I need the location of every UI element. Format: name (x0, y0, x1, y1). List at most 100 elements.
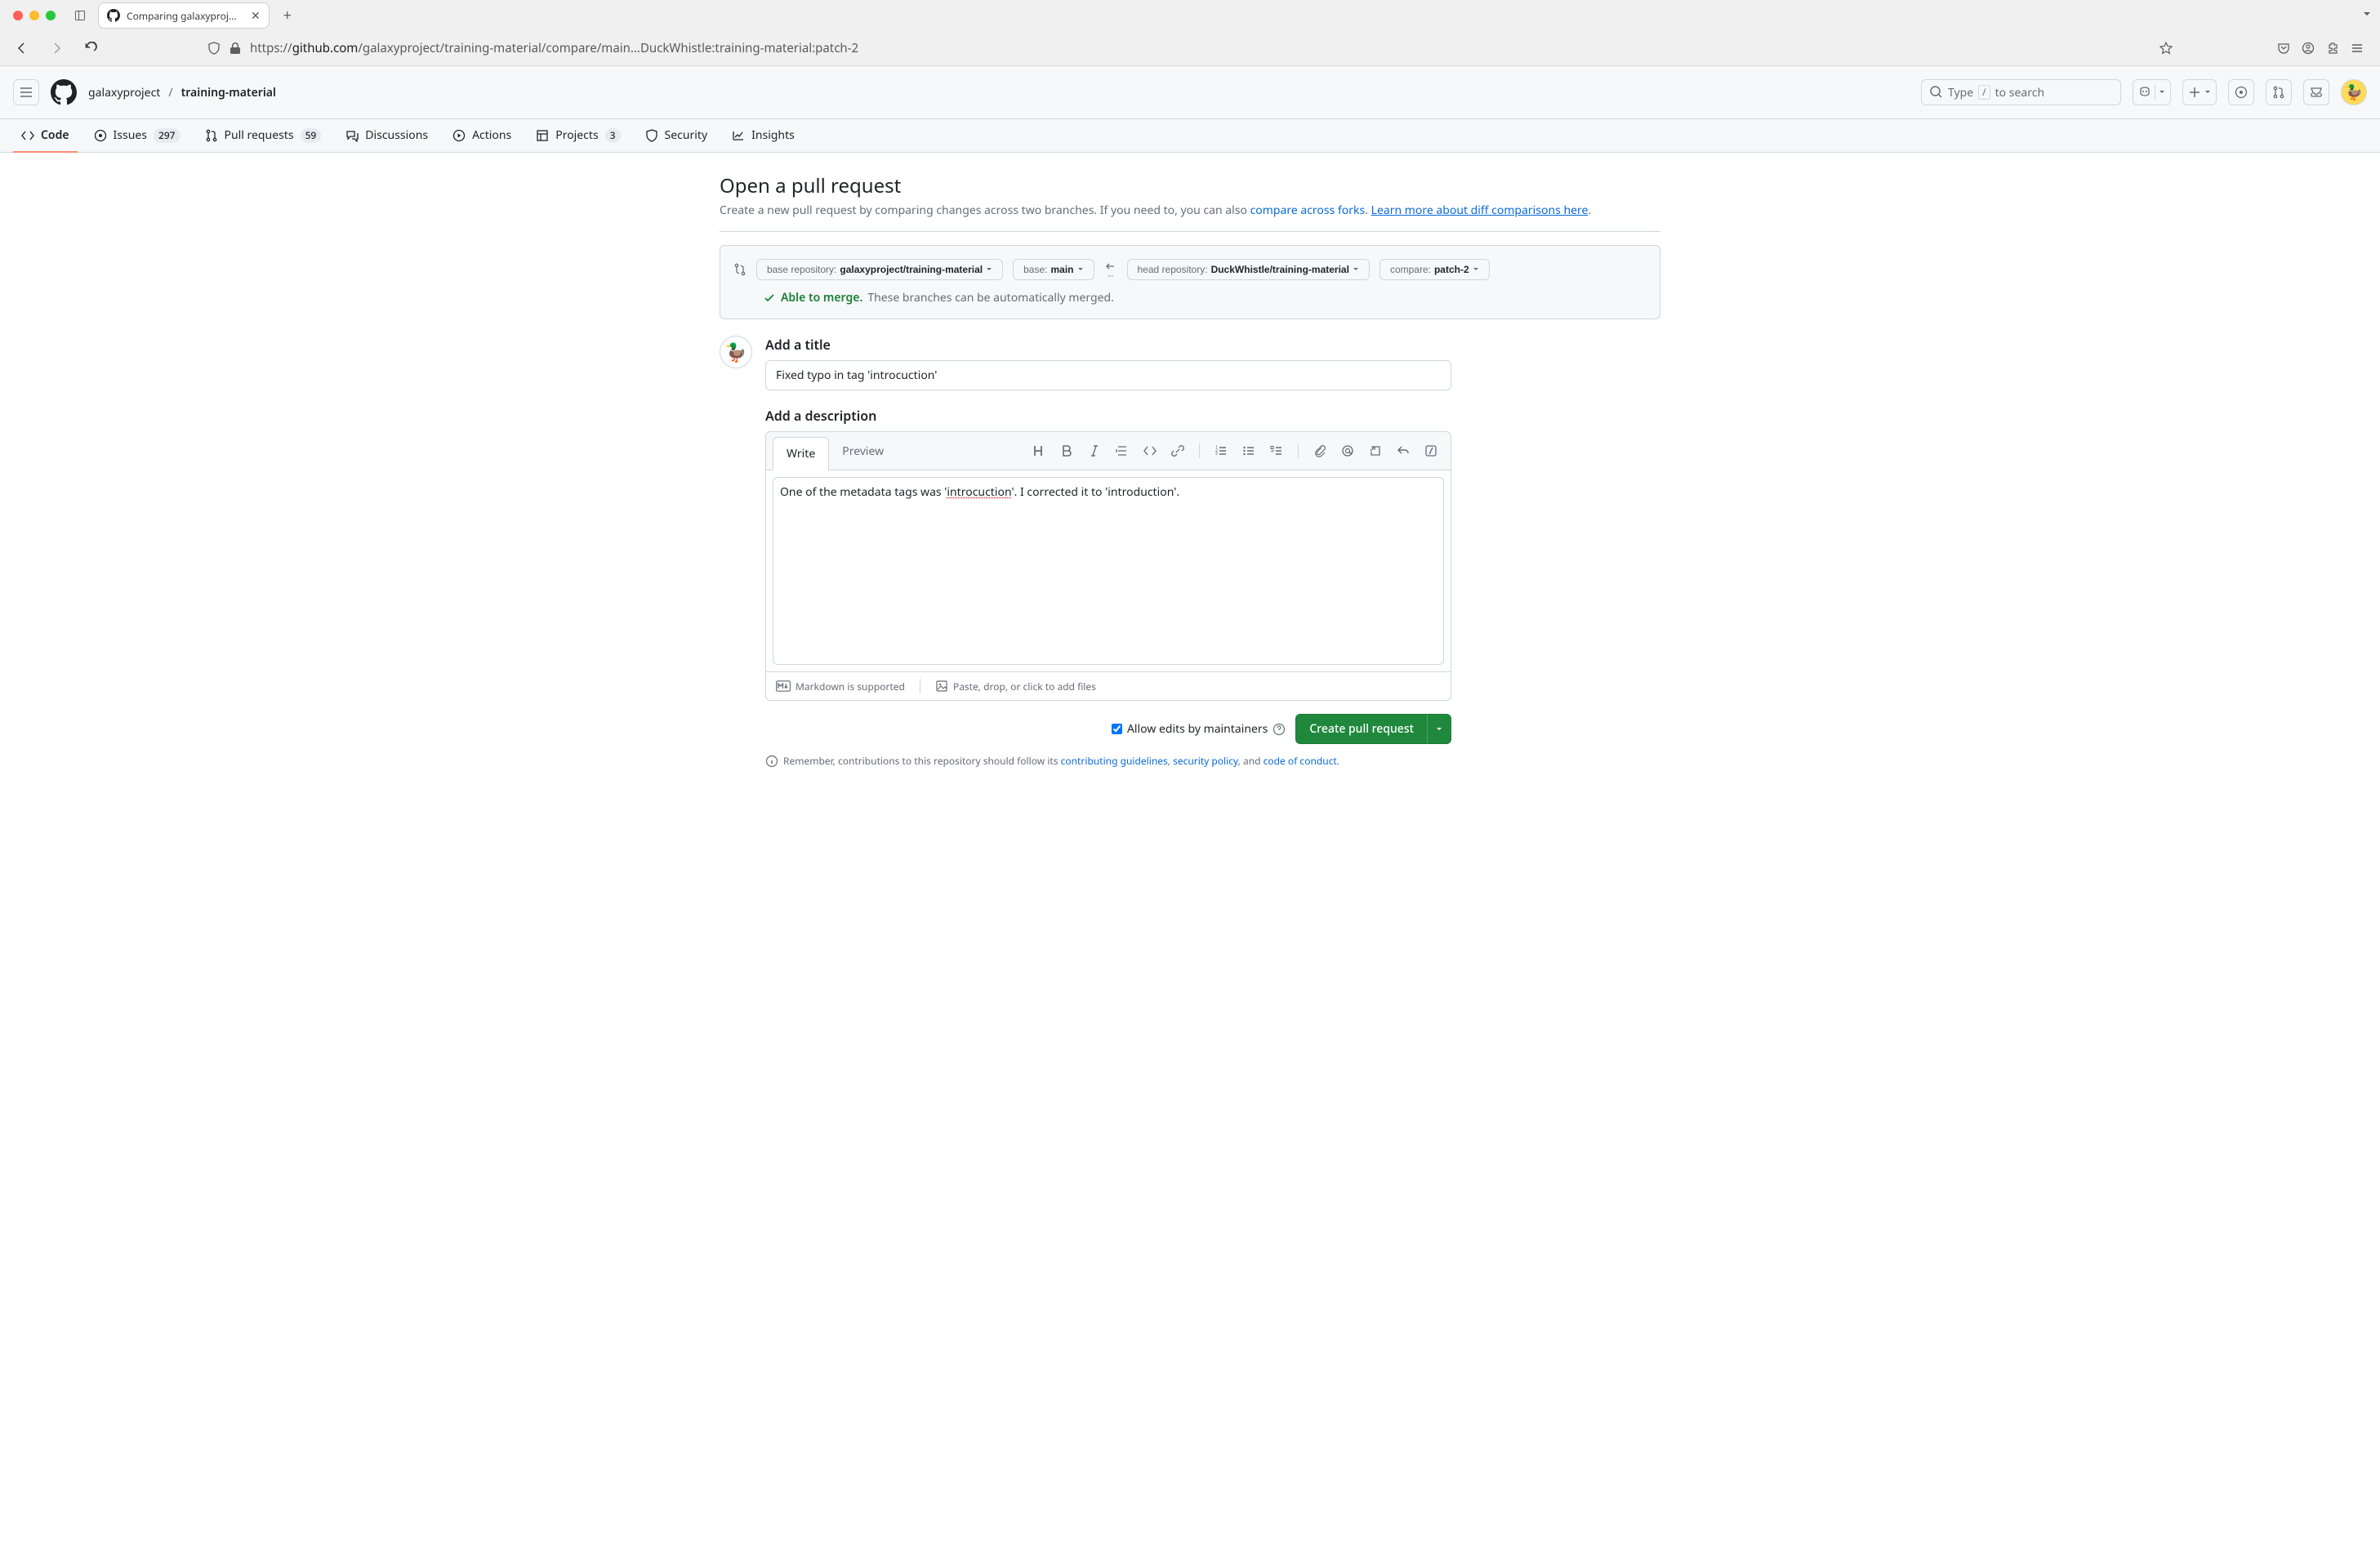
allow-edits-checkbox[interactable] (1112, 724, 1122, 734)
new-tab-button[interactable]: + (276, 4, 299, 27)
ordered-list-icon[interactable]: 123 (1215, 444, 1228, 457)
chevron-down-icon (1353, 266, 1359, 273)
create-pr-dropdown[interactable] (1427, 715, 1451, 743)
svg-text:3: 3 (1215, 452, 1218, 457)
quote-icon[interactable] (1116, 444, 1129, 457)
description-textarea[interactable]: One of the metadata tags was 'introcucti… (773, 477, 1444, 665)
bold-icon[interactable] (1060, 444, 1073, 457)
extensions-icon[interactable] (2326, 42, 2339, 55)
issues-count: 297 (154, 128, 181, 143)
tab-security[interactable]: Security (637, 119, 716, 153)
chevron-down-icon (986, 266, 992, 273)
allow-edits-checkbox-wrap[interactable]: Allow edits by maintainers (1112, 721, 1286, 737)
help-icon[interactable] (1272, 723, 1286, 736)
tab-code[interactable]: Code (13, 119, 78, 153)
window-maximize-button[interactable] (46, 11, 56, 20)
breadcrumb: galaxyproject / training-material (88, 85, 276, 100)
url-text: https://github.com/galaxyproject/trainin… (250, 40, 858, 56)
reply-icon[interactable] (1397, 444, 1410, 457)
tab-projects[interactable]: Projects 3 (528, 119, 628, 153)
inbox-icon (2310, 86, 2323, 99)
repo-owner-link[interactable]: galaxyproject (88, 85, 160, 100)
repo-nav: Code Issues 297 Pull requests 59 Discuss… (0, 119, 2380, 153)
task-list-icon[interactable] (1270, 444, 1283, 457)
menu-icon[interactable] (2351, 42, 2364, 55)
browser-tab[interactable]: Comparing galaxyproject:main... ✕ (98, 2, 270, 29)
graph-icon (732, 129, 745, 142)
base-repo-selector[interactable]: base repository: galaxyproject/training-… (756, 259, 1003, 280)
search-input[interactable]: Type / to search (1921, 79, 2121, 105)
merge-status: Able to merge. These branches can be aut… (733, 290, 1647, 305)
browser-tab-title: Comparing galaxyproject:main... (127, 9, 241, 23)
hamburger-menu-button[interactable] (13, 79, 39, 105)
head-repo-selector[interactable]: head repository: DuckWhistle/training-ma… (1127, 259, 1370, 280)
back-button[interactable] (10, 36, 34, 60)
unordered-list-icon[interactable] (1242, 444, 1255, 457)
avatar-large: 🦆 (720, 336, 752, 368)
tab-write[interactable]: Write (773, 437, 829, 470)
security-policy-link[interactable]: security policy (1173, 754, 1238, 768)
issue-icon (2235, 86, 2248, 99)
link-icon[interactable] (1171, 444, 1184, 457)
add-button[interactable] (2182, 79, 2217, 105)
compare-branch-selector[interactable]: compare: patch-2 (1379, 259, 1490, 280)
issue-icon (94, 129, 107, 142)
tab-close-button[interactable]: ✕ (251, 8, 261, 24)
tab-issues[interactable]: Issues 297 (86, 119, 189, 153)
browser-address-bar: https://github.com/galaxyproject/trainin… (0, 31, 2380, 65)
reload-button[interactable] (78, 36, 103, 60)
heading-icon[interactable] (1032, 444, 1045, 457)
chevron-down-icon (1436, 726, 1442, 733)
sidebar-toggle-button[interactable] (69, 4, 91, 27)
code-icon[interactable] (1143, 444, 1157, 457)
chevron-down-icon (2204, 89, 2211, 96)
avatar[interactable]: 🦆 (2341, 79, 2367, 105)
attach-icon[interactable] (1313, 444, 1326, 457)
tab-insights[interactable]: Insights (724, 119, 803, 153)
title-input[interactable] (765, 360, 1451, 390)
plus-icon (2188, 86, 2201, 99)
attach-files-button[interactable]: Paste, drop, or click to add files (935, 680, 1096, 693)
markdown-supported-link[interactable]: Markdown is supported (776, 680, 905, 693)
search-icon (1930, 86, 1943, 99)
italic-icon[interactable] (1088, 444, 1101, 457)
url-bar[interactable]: https://github.com/galaxyproject/trainin… (204, 40, 2150, 56)
window-minimize-button[interactable] (29, 11, 39, 20)
mention-icon[interactable] (1341, 444, 1354, 457)
tab-actions[interactable]: Actions (444, 119, 519, 153)
contributing-link[interactable]: contributing guidelines (1061, 754, 1168, 768)
git-pull-request-icon (2272, 86, 2285, 99)
copilot-button[interactable] (2133, 79, 2171, 105)
check-icon (763, 292, 776, 305)
cross-reference-icon[interactable] (1369, 444, 1382, 457)
tab-pull-requests[interactable]: Pull requests 59 (197, 119, 330, 153)
shield-icon (207, 42, 221, 55)
github-logo[interactable] (51, 79, 77, 105)
pocket-icon[interactable] (2277, 42, 2290, 55)
tab-discussions[interactable]: Discussions (337, 119, 436, 153)
copilot-icon (2138, 86, 2151, 99)
expand-tabs-button[interactable] (2360, 7, 2373, 25)
editor-toolbar: 123 (1032, 443, 1444, 458)
account-icon[interactable] (2302, 42, 2315, 55)
tab-preview[interactable]: Preview (829, 435, 897, 467)
pulls-button[interactable] (2266, 79, 2292, 105)
slash-command-icon[interactable] (1424, 444, 1437, 457)
pr-form: 🦆 Add a title Add a description Write Pr… (720, 336, 1660, 754)
compare-forks-link[interactable]: compare across forks (1250, 203, 1366, 218)
contribution-notice: Remember, contributions to this reposito… (765, 754, 1660, 768)
window-close-button[interactable] (13, 11, 23, 20)
bookmark-star-icon[interactable] (2159, 42, 2173, 55)
inbox-button[interactable] (2303, 79, 2329, 105)
code-of-conduct-link[interactable]: code of conduct (1264, 754, 1337, 768)
create-pr-button[interactable]: Create pull request (1295, 714, 1451, 744)
diff-compare-link[interactable]: Learn more about diff comparisons here (1371, 203, 1589, 218)
breadcrumb-separator: / (168, 85, 172, 100)
main-content: Open a pull request Create a new pull re… (693, 153, 1687, 787)
repo-name-link[interactable]: training-material (181, 85, 276, 100)
markdown-icon (776, 680, 791, 693)
issues-button[interactable] (2228, 79, 2254, 105)
comment-footer: Markdown is supported Paste, drop, or cl… (766, 671, 1451, 700)
base-branch-selector[interactable]: base: main (1013, 259, 1094, 280)
forward-button[interactable] (44, 36, 69, 60)
